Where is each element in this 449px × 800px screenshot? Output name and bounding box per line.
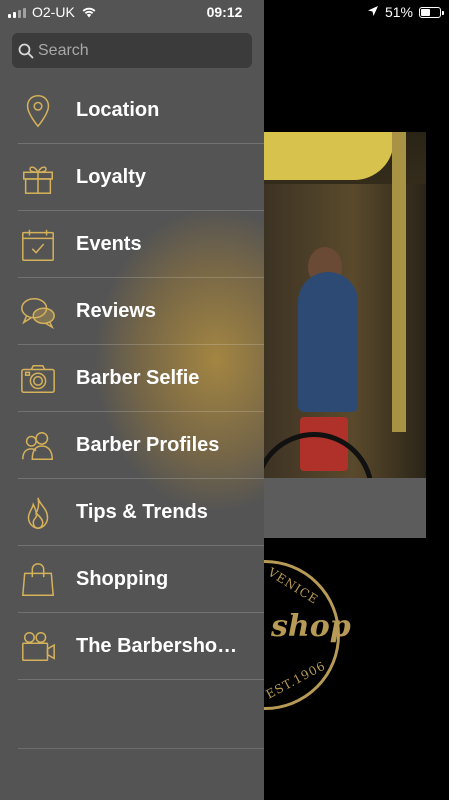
- camera-icon: [18, 359, 58, 399]
- photo-sign: [264, 132, 394, 180]
- menu-item-label: Tips & Trends: [76, 501, 208, 523]
- menu-item-label: Location: [76, 99, 160, 121]
- storefront-photo: [264, 132, 426, 538]
- video-camera-icon: [18, 627, 58, 667]
- logo-top-text: VENICE: [265, 565, 322, 607]
- menu-item-shopping[interactable]: Shopping: [0, 546, 264, 613]
- menu-item-reviews[interactable]: Reviews: [0, 278, 264, 345]
- search-bar[interactable]: [12, 33, 252, 68]
- menu-item-label: Barber Profiles: [76, 434, 220, 456]
- location-pin-icon: [18, 91, 58, 131]
- location-arrow-icon: [367, 4, 379, 20]
- shopping-bag-icon: [18, 560, 58, 600]
- chat-bubbles-icon: [18, 292, 58, 332]
- menu-item-loyalty[interactable]: Loyalty: [0, 144, 264, 211]
- menu-item-tips-trends[interactable]: Tips & Trends: [0, 479, 264, 546]
- calendar-check-icon: [18, 225, 58, 265]
- menu-item-label: Shopping: [76, 568, 169, 590]
- search-icon: [18, 43, 34, 58]
- status-right: 51%: [367, 4, 444, 20]
- gift-icon: [18, 158, 58, 198]
- logo-main-text: shop: [271, 609, 351, 644]
- photo-ground: [264, 478, 426, 538]
- drawer-bottom-divider: [18, 748, 264, 749]
- side-drawer: Location Loyalty: [0, 0, 264, 800]
- menu-item-label: Reviews: [76, 300, 157, 322]
- menu-item-label: The Barbersho…: [76, 635, 238, 657]
- battery-icon: [419, 6, 444, 18]
- battery-level: [421, 8, 431, 16]
- status-bar: O2-UK 09:12 51%: [0, 0, 449, 24]
- people-icon: [18, 426, 58, 466]
- menu-item-the-barbershop[interactable]: The Barbersho…: [0, 613, 264, 680]
- drawer-menu: Location Loyalty Events Reviews Barber S…: [0, 77, 264, 680]
- menu-item-location[interactable]: Location: [0, 77, 264, 144]
- photo-pole: [392, 132, 406, 432]
- logo-bottom-text: EST.1906: [263, 658, 329, 702]
- menu-item-label: Events: [76, 233, 142, 255]
- flame-icon: [18, 493, 58, 533]
- search-input[interactable]: [38, 41, 238, 60]
- menu-item-label: Loyalty: [76, 166, 147, 188]
- photo-person: [298, 272, 358, 412]
- menu-item-barber-profiles[interactable]: Barber Profiles: [0, 412, 264, 479]
- menu-item-events[interactable]: Events: [0, 211, 264, 278]
- battery-percent: 51%: [384, 4, 413, 20]
- menu-item-barber-selfie[interactable]: Barber Selfie: [0, 345, 264, 412]
- menu-item-label: Barber Selfie: [76, 367, 200, 389]
